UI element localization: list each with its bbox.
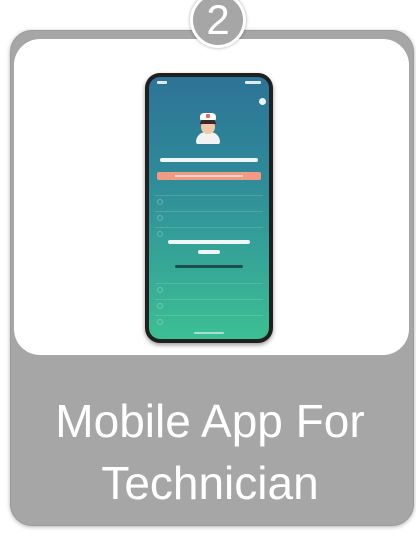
phone-mockup — [145, 73, 273, 343]
screen-option-row — [155, 283, 263, 294]
card-image-panel — [14, 39, 409, 355]
card-title-line-2: Technician — [101, 457, 319, 509]
radio-dot — [157, 215, 163, 221]
screen-heading-text — [168, 240, 250, 244]
screen-accent-button — [157, 172, 261, 180]
radio-dot — [157, 287, 163, 293]
screen-option-row — [155, 195, 263, 206]
screen-question-text — [160, 158, 258, 162]
radio-dot — [157, 231, 163, 237]
phone-screen — [149, 77, 269, 339]
card-title: Mobile App For Technician — [11, 390, 409, 514]
screen-option-row — [155, 299, 263, 310]
screen-option-row — [155, 227, 263, 238]
close-icon — [259, 98, 266, 105]
feature-card: Mobile App For Technician — [10, 30, 414, 526]
screen-heading-text-2 — [198, 250, 220, 254]
screen-option-row — [155, 211, 263, 222]
home-indicator — [194, 332, 224, 334]
doctor-avatar-icon — [192, 112, 224, 144]
status-bar-time — [157, 81, 167, 84]
radio-dot — [157, 303, 163, 309]
card-title-line-1: Mobile App For — [55, 395, 365, 447]
status-bar-icons — [245, 81, 261, 84]
radio-dot — [157, 319, 163, 325]
screen-option-row — [155, 315, 263, 326]
radio-dot — [157, 199, 163, 205]
screen-subtext — [175, 265, 243, 268]
screen-accent-button-text — [175, 175, 243, 177]
avatar-cap-cross — [206, 114, 210, 118]
